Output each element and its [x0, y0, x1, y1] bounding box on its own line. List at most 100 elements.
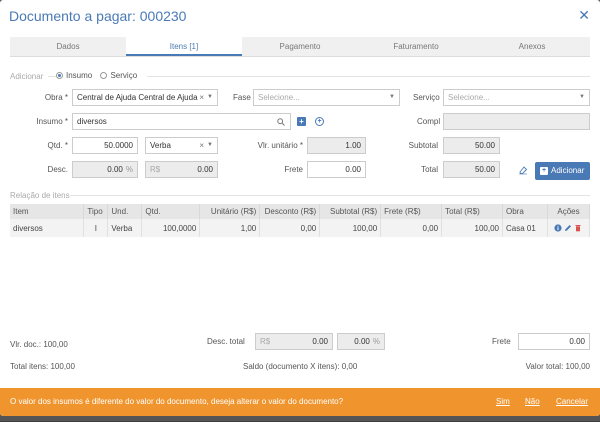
add-insumo-icon[interactable]: + — [297, 117, 306, 126]
cell-und: Verba — [107, 219, 143, 237]
desc-total-pct-input[interactable]: % 0.00 — [337, 333, 385, 350]
table-row[interactable]: diversos I Verba 100,0000 1,00 0,00 100,… — [10, 219, 591, 237]
desc-total-rs-input[interactable]: R$ 0.00 — [255, 333, 333, 350]
currency-prefix: R$ — [150, 165, 161, 174]
col-tipo: Tipo — [83, 204, 109, 219]
tab-faturamento[interactable]: Faturamento — [358, 37, 474, 56]
subtotal-input: 50.00 — [443, 137, 500, 154]
add-section-title: Adicionar — [10, 72, 44, 81]
radio-insumo[interactable]: Insumo — [56, 71, 92, 80]
unidade-select[interactable]: Verba × ▼ — [145, 137, 218, 154]
total-itens-text: Total itens: 100,00 — [10, 362, 75, 371]
valor-total-text: Valor total: 100,00 — [525, 362, 590, 371]
tab-pagamento[interactable]: Pagamento — [242, 37, 358, 56]
frete-input[interactable]: 0.00 — [307, 161, 366, 178]
qtd-input[interactable]: 50.0000 — [72, 137, 138, 154]
servico-placeholder: Selecione... — [448, 93, 490, 102]
col-item: Item — [10, 204, 85, 219]
cell-frete: 0,00 — [380, 219, 443, 237]
info-icon[interactable] — [554, 224, 563, 232]
desc-rs-input[interactable]: R$ 0.00 — [145, 161, 218, 178]
document-modal: Documento a pagar: 000230 ✕ Dados Itens … — [0, 0, 600, 416]
col-acoes: Ações — [547, 204, 591, 219]
cell-tipo: I — [83, 219, 109, 237]
tab-anexos[interactable]: Anexos — [474, 37, 590, 56]
desc-label: Desc. — [47, 165, 68, 174]
frete-label: Frete — [284, 165, 303, 174]
fase-placeholder: Selecione... — [258, 93, 300, 102]
yes-link[interactable]: Sim — [496, 388, 510, 416]
chevron-down-icon: ▼ — [207, 142, 213, 148]
add-circle-icon[interactable]: + — [315, 117, 324, 126]
items-table: Item Tipo Und. Qtd. Unitário (R$) Descon… — [10, 204, 591, 237]
col-obra: Obra — [502, 204, 548, 219]
fase-select[interactable]: Selecione... ▼ — [253, 89, 400, 106]
eraser-icon[interactable] — [518, 165, 528, 175]
insumo-input[interactable]: diversos — [72, 113, 291, 130]
servico-label: Serviço — [413, 93, 440, 102]
close-icon[interactable]: ✕ — [578, 8, 590, 22]
unidade-value: Verba — [150, 141, 171, 150]
tab-itens[interactable]: Itens [1] — [126, 37, 242, 56]
saldo-text: Saldo (documento X itens): 0,00 — [243, 362, 358, 371]
delete-icon[interactable] — [574, 224, 582, 232]
vlr-unitario-label: Vlr. unitário * — [257, 141, 303, 150]
col-qtd: Qtd. — [141, 204, 201, 219]
desc-rs-value: 0.00 — [197, 165, 213, 174]
cell-total: 100,00 — [441, 219, 503, 237]
col-und: Und. — [107, 204, 143, 219]
desc-pct-input[interactable]: % 0.00 — [72, 161, 138, 178]
edit-icon[interactable] — [564, 224, 572, 232]
warning-bar: O valor dos insumos é diferente do valor… — [0, 388, 600, 416]
total-label: Total — [421, 165, 438, 174]
col-subtotal: Subtotal (R$) — [319, 204, 382, 219]
total-input: 50.00 — [443, 161, 500, 178]
qtd-label: Qtd. * — [47, 141, 68, 150]
fase-label: Fase — [233, 93, 251, 102]
cell-acoes — [547, 219, 591, 237]
obra-label: Obra * — [44, 93, 68, 102]
col-frete: Frete (R$) — [380, 204, 443, 219]
subtotal-label: Subtotal — [408, 141, 438, 150]
clear-icon[interactable]: × — [199, 138, 204, 153]
plus-icon: + — [540, 166, 548, 175]
cell-desconto: 0,00 — [259, 219, 321, 237]
col-unitario: Unitário (R$) — [199, 204, 261, 219]
cell-item: diversos — [10, 219, 85, 237]
desc-pct-value: 0.00 — [107, 165, 123, 174]
search-icon[interactable] — [277, 114, 285, 129]
servico-select[interactable]: Selecione... ▼ — [443, 89, 590, 106]
currency-prefix: R$ — [260, 337, 271, 346]
add-type-radio-group: Insumo Serviço — [56, 71, 148, 81]
tab-dados[interactable]: Dados — [10, 37, 126, 56]
insumo-label: Insumo * — [36, 117, 68, 126]
clear-icon[interactable]: × — [199, 90, 204, 105]
obra-value: Central de Ajuda Central de Ajuda — [77, 93, 198, 102]
col-total: Total (R$) — [441, 204, 503, 219]
compl-input[interactable] — [443, 113, 590, 130]
footer-frete-input[interactable]: 0.00 — [518, 333, 590, 350]
divider — [70, 195, 590, 196]
table-header-row: Item Tipo Und. Qtd. Unitário (R$) Descon… — [10, 204, 591, 219]
cell-unitario: 1,00 — [199, 219, 261, 237]
modal-title: Documento a pagar: 000230 — [9, 8, 187, 24]
radio-servico[interactable]: Serviço — [100, 71, 137, 80]
cancel-link[interactable]: Cancelar — [556, 388, 588, 416]
percent-suffix: % — [125, 165, 133, 174]
desc-total-pct-value: 0.00 — [354, 337, 370, 346]
insumo-value: diversos — [77, 117, 107, 126]
no-link[interactable]: Não — [525, 388, 540, 416]
percent-suffix: % — [372, 337, 380, 346]
add-item-button[interactable]: + Adicionar — [535, 162, 590, 180]
chevron-down-icon: ▼ — [207, 94, 213, 100]
cell-subtotal: 100,00 — [319, 219, 382, 237]
desc-total-label: Desc. total — [207, 337, 245, 346]
footer-frete-label: Frete — [492, 337, 511, 346]
obra-select[interactable]: Central de Ajuda Central de Ajuda × ▼ — [72, 89, 218, 106]
vlr-unitario-input[interactable]: 1.00 — [307, 137, 366, 154]
chevron-down-icon: ▼ — [389, 94, 395, 100]
desc-total-rs-value: 0.00 — [312, 337, 328, 346]
col-desconto: Desconto (R$) — [259, 204, 321, 219]
compl-label: Compl — [417, 117, 441, 126]
vlr-doc-text: Vlr. doc.: 100,00 — [10, 340, 68, 349]
